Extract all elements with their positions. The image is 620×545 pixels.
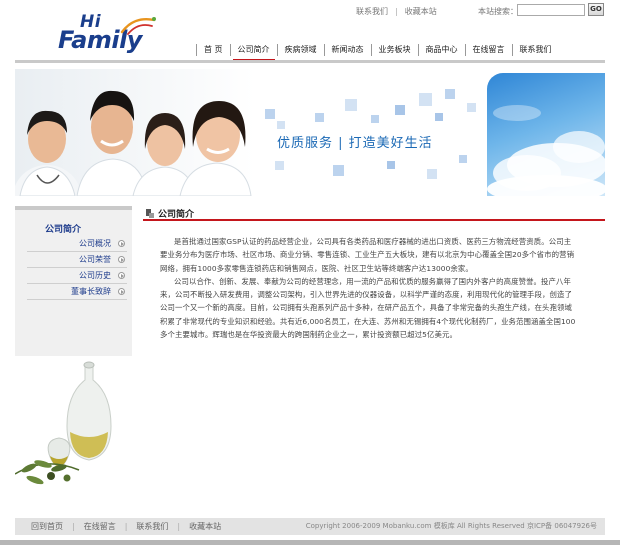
title-mark-icon: [149, 213, 154, 218]
sidebar-item-honors[interactable]: 公司荣誉: [27, 252, 127, 268]
chevron-right-icon: [118, 256, 125, 263]
decor-square: [419, 93, 432, 106]
footer: 回到首页 | 在线留言 | 联系我们 | 收藏本站 Copyright 2006…: [15, 518, 605, 535]
sidebar-item-history[interactable]: 公司历史: [27, 268, 127, 284]
nav-divider: [15, 60, 605, 63]
search-label: 本站搜索：: [478, 7, 518, 16]
decor-square: [427, 169, 437, 179]
banner: 优质服务 | 打造美好生活: [15, 69, 605, 196]
decor-square: [277, 121, 285, 129]
nav-contact[interactable]: 联系我们: [511, 44, 559, 56]
main-nav: 首 页 公司简介 疾病领域 新闻动态 业务板块 商品中心 在线留言 联系我们: [196, 44, 559, 61]
logo[interactable]: Hi Family: [58, 12, 158, 56]
sidebar-top-bar: [15, 206, 132, 210]
sidebar: 公司简介 公司概况 公司荣誉 公司历史 董事长致辞: [15, 206, 132, 491]
chevron-right-icon: [118, 272, 125, 279]
decor-square: [265, 109, 275, 119]
decor-square: [333, 165, 344, 176]
top-link-bookmark[interactable]: 收藏本站: [405, 6, 437, 17]
nav-home[interactable]: 首 页: [196, 44, 230, 56]
decor-square: [275, 161, 284, 170]
nav-disease[interactable]: 疾病领域: [276, 44, 324, 56]
footer-link-message[interactable]: 在线留言: [84, 521, 116, 532]
decor-square: [387, 161, 395, 169]
nav-products[interactable]: 商品中心: [417, 44, 465, 56]
search-go-button[interactable]: GO: [588, 3, 604, 16]
sidebar-item-label: 公司概况: [79, 239, 111, 248]
banner-sky-image: [487, 73, 605, 196]
nav-about[interactable]: 公司简介: [229, 44, 277, 61]
sidebar-menu: 公司概况 公司荣誉 公司历史 董事长致辞: [27, 236, 127, 300]
nav-message[interactable]: 在线留言: [464, 44, 512, 56]
content-body: 是首批通过国家GSP认证的药品经营企业，公司具有各类药品和医疗器械的进出口资质、…: [160, 235, 578, 341]
content-divider: [143, 219, 605, 221]
decor-square: [467, 103, 476, 112]
copyright-text: Copyright 2006-2009 Mobanku.com 模板库 All …: [305, 522, 597, 530]
sidebar-item-chairman[interactable]: 董事长致辞: [27, 284, 127, 300]
chevron-right-icon: [118, 288, 125, 295]
content-paragraph: 公司以合作、创新、发展、奉献为公司的经营理念，用一流的产品和优质的服务赢得了国内…: [160, 276, 576, 340]
top-link-contact[interactable]: 联系我们: [356, 6, 388, 17]
nav-news[interactable]: 新闻动态: [323, 44, 371, 56]
decor-square: [435, 113, 443, 121]
nav-business[interactable]: 业务板块: [370, 44, 418, 56]
footer-link-bookmark[interactable]: 收藏本站: [189, 521, 221, 532]
banner-doctors-image: [15, 69, 255, 196]
separator: |: [395, 7, 398, 16]
sidebar-item-label: 董事长致辞: [71, 287, 111, 296]
content-paragraph: 是首批通过国家GSP认证的药品经营企业，公司具有各类药品和医疗器械的进出口资质、…: [160, 237, 575, 273]
sidebar-item-overview[interactable]: 公司概况: [27, 236, 127, 252]
decor-square: [371, 115, 379, 123]
footer-link-home[interactable]: 回到首页: [31, 521, 63, 532]
separator: |: [72, 522, 75, 531]
decor-square: [459, 155, 467, 163]
chevron-right-icon: [118, 240, 125, 247]
decor-square: [395, 105, 405, 115]
sidebar-item-label: 公司历史: [79, 271, 111, 280]
decor-square: [345, 99, 357, 111]
sidebar-item-label: 公司荣誉: [79, 255, 111, 264]
search-input[interactable]: [517, 4, 585, 16]
sidebar-title: 公司简介: [45, 225, 82, 235]
footer-link-contact[interactable]: 联系我们: [136, 521, 168, 532]
separator: |: [177, 522, 181, 531]
footer-links: 回到首页 | 在线留言 | 联系我们 | 收藏本站: [15, 521, 221, 532]
banner-slogan: 优质服务 | 打造美好生活: [277, 136, 433, 151]
top-links: 联系我们 | 收藏本站: [356, 6, 437, 17]
bottom-bar: [0, 540, 620, 545]
logo-swoosh-icon: [120, 17, 156, 35]
decor-square: [315, 113, 324, 122]
decor-square: [445, 89, 455, 99]
cloud-icon: [487, 105, 605, 196]
separator: |: [124, 522, 128, 531]
olive-oil-bottle-image: [15, 356, 132, 491]
